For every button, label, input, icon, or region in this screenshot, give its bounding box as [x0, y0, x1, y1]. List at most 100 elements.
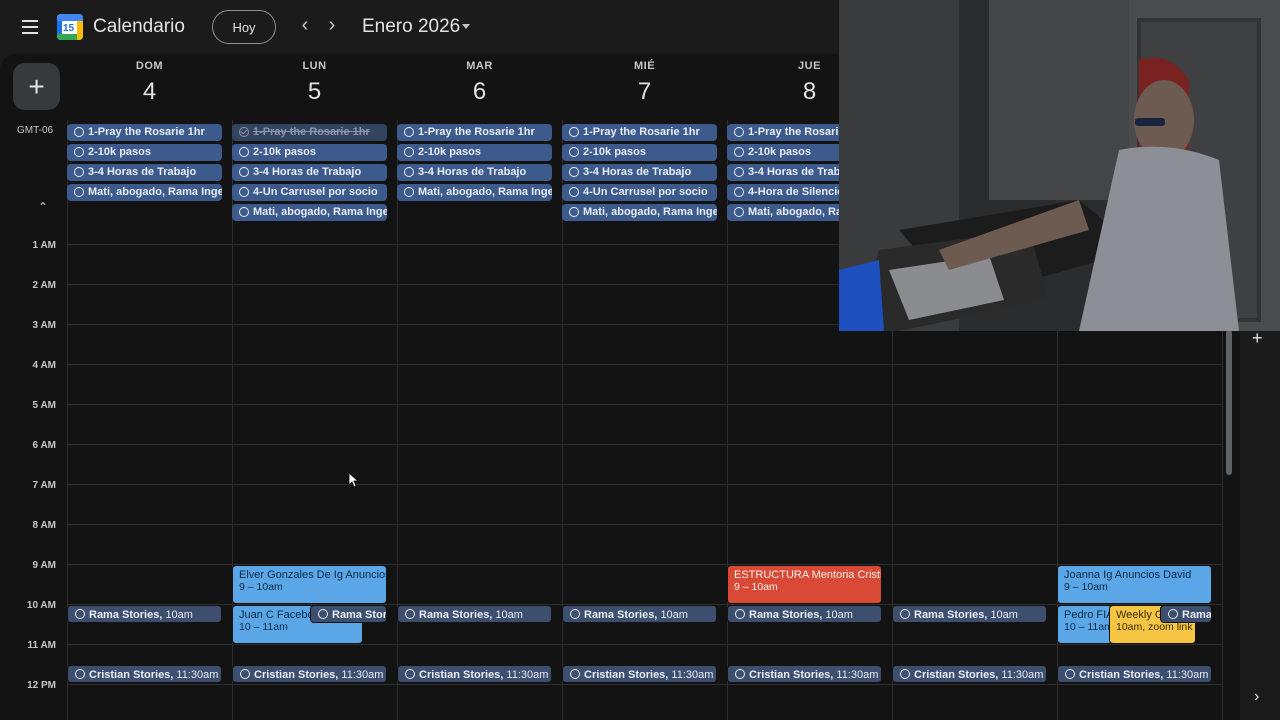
day-number[interactable]: 5 — [232, 78, 397, 106]
main-menu-button[interactable] — [18, 16, 42, 38]
task-circle-icon[interactable] — [734, 187, 744, 197]
task-chip[interactable]: 4-Un Carrusel por socio — [232, 184, 387, 201]
task-circle-icon[interactable] — [75, 609, 85, 619]
cristian-stories-task[interactable]: Cristian Stories, 11:30am — [1057, 665, 1212, 683]
task-circle-icon[interactable] — [74, 127, 84, 137]
event-pedro[interactable]: Pedro FIA 10 – 11am — [1057, 605, 1112, 644]
check-circle-icon[interactable] — [239, 127, 249, 137]
cristian-stories-task[interactable]: Cristian Stories, 11:30am — [397, 665, 552, 683]
task-circle-icon[interactable] — [569, 187, 579, 197]
task-circle-icon[interactable] — [900, 669, 910, 679]
task-circle-icon[interactable] — [404, 167, 414, 177]
task-circle-icon[interactable] — [404, 147, 414, 157]
task-chip[interactable]: 1-Pray the Rosarie 1hr — [67, 124, 222, 141]
day-header-tue[interactable]: MAR 6 — [397, 60, 562, 106]
task-circle-icon[interactable] — [569, 127, 579, 137]
task-circle-icon[interactable] — [239, 147, 249, 157]
event-elver[interactable]: Elver Gonzales De Ig Anuncios 9 – 10am — [232, 565, 387, 604]
task-circle-icon[interactable] — [239, 187, 249, 197]
task-chip[interactable]: Mati, abogado, Rama Inger — [67, 184, 222, 201]
task-circle-icon[interactable] — [74, 187, 84, 197]
task-circle-icon[interactable] — [405, 669, 415, 679]
day-header-mon[interactable]: LUN 5 — [232, 60, 397, 106]
rama-stories-task[interactable]: Rama Stories, 10am — [397, 605, 552, 623]
rama-stories-task[interactable]: Rama Storie — [310, 605, 387, 623]
task-chip[interactable]: 2-10k pasos — [397, 144, 552, 161]
task-circle-icon[interactable] — [239, 167, 249, 177]
day-number[interactable]: 7 — [562, 78, 727, 106]
task-circle-icon[interactable] — [735, 609, 745, 619]
rama-stories-task[interactable]: Rama Stories, 10am — [562, 605, 717, 623]
task-chip[interactable]: Mati, abogado, Rama Inger — [397, 184, 552, 201]
create-button[interactable]: + — [13, 63, 60, 110]
collapse-all-day-icon[interactable]: ⌃ — [38, 200, 48, 214]
task-time: 10am — [660, 609, 688, 621]
task-circle-icon[interactable] — [900, 609, 910, 619]
next-week-button[interactable]: › — [322, 14, 342, 37]
task-chip[interactable]: Mati, abogado, Rama Inger — [232, 204, 387, 221]
cristian-stories-task[interactable]: Cristian Stories, 11:30am — [562, 665, 717, 683]
chevron-down-icon[interactable] — [462, 24, 470, 29]
task-circle-icon[interactable] — [569, 167, 579, 177]
rama-stories-task[interactable]: Rama Stories, 10am — [727, 605, 882, 623]
task-circle-icon[interactable] — [1065, 669, 1075, 679]
event-estructura[interactable]: ESTRUCTURA Mentoria Cristian 9 – 10am — [727, 565, 882, 604]
task-chip[interactable]: 1-Pray the Rosarie 1hr — [397, 124, 552, 141]
task-title: Rama Stories, — [749, 609, 823, 621]
task-circle-icon[interactable] — [570, 669, 580, 679]
event-joanna[interactable]: Joanna Ig Anuncios David 9 – 10am — [1057, 565, 1212, 604]
task-circle-icon[interactable] — [570, 609, 580, 619]
grid-divider — [397, 120, 398, 720]
task-chip[interactable]: 2-10k pasos — [232, 144, 387, 161]
task-title: Cristian Stories, — [1079, 669, 1164, 681]
day-name: MAR — [466, 60, 493, 72]
scrollbar-thumb[interactable] — [1226, 330, 1232, 475]
task-circle-icon[interactable] — [240, 669, 250, 679]
rama-stories-task[interactable]: Rama Stories, 10am — [67, 605, 222, 623]
task-circle-icon[interactable] — [404, 187, 414, 197]
task-chip[interactable]: 3-4 Horas de Trabajo — [232, 164, 387, 181]
previous-week-button[interactable]: ‹ — [295, 14, 315, 37]
day-number[interactable]: 4 — [67, 78, 232, 106]
task-circle-icon[interactable] — [239, 207, 249, 217]
task-chip[interactable]: 3-4 Horas de Trabajo — [397, 164, 552, 181]
task-chip[interactable]: 4-Un Carrusel por socio — [562, 184, 717, 201]
task-circle-icon[interactable] — [734, 127, 744, 137]
task-chip[interactable]: 1-Pray the Rosarie 1hr — [562, 124, 717, 141]
task-circle-icon[interactable] — [569, 147, 579, 157]
task-circle-icon[interactable] — [74, 147, 84, 157]
task-circle-icon[interactable] — [735, 669, 745, 679]
task-chip[interactable]: Mati, abogado, Rama Inger — [562, 204, 717, 221]
task-chip[interactable]: 3-4 Horas de Trabajo — [67, 164, 222, 181]
task-circle-icon[interactable] — [734, 147, 744, 157]
task-circle-icon[interactable] — [734, 207, 744, 217]
grid-divider — [67, 120, 68, 720]
task-chip[interactable]: 2-10k pasos — [562, 144, 717, 161]
task-circle-icon[interactable] — [404, 127, 414, 137]
cristian-stories-task[interactable]: Cristian Stories, 11:30am — [727, 665, 882, 683]
task-circle-icon[interactable] — [75, 669, 85, 679]
task-circle-icon[interactable] — [569, 207, 579, 217]
task-circle-icon[interactable] — [74, 167, 84, 177]
task-chip[interactable]: 2-10k pasos — [67, 144, 222, 161]
task-circle-icon[interactable] — [1168, 609, 1178, 619]
rama-stories-task[interactable]: Rama — [1160, 605, 1212, 623]
month-label[interactable]: Enero 2026 — [362, 16, 460, 38]
task-chip[interactable]: 3-4 Horas de Trabajo — [562, 164, 717, 181]
rama-stories-task[interactable]: Rama Stories, 10am — [892, 605, 1047, 623]
task-circle-icon[interactable] — [405, 609, 415, 619]
task-circle-icon[interactable] — [318, 609, 328, 619]
cristian-stories-task[interactable]: Cristian Stories, 11:30am — [232, 665, 387, 683]
add-side-panel-icon[interactable]: + — [1252, 328, 1263, 349]
cristian-stories-task[interactable]: Cristian Stories, 11:30am — [892, 665, 1047, 683]
chevron-right-icon[interactable]: › — [1254, 688, 1259, 706]
cristian-stories-task[interactable]: Cristian Stories, 11:30am — [67, 665, 222, 683]
day-header-wed[interactable]: MIÉ 7 — [562, 60, 727, 106]
day-name: DOM — [135, 60, 164, 72]
day-number[interactable]: 6 — [397, 78, 562, 106]
today-button[interactable]: Hoy — [212, 10, 276, 44]
task-chip-completed[interactable]: 1-Pray the Rosarie 1hr — [232, 124, 387, 141]
day-header-sun[interactable]: DOM 4 — [67, 60, 232, 106]
hour-label: 7 AM — [32, 480, 56, 491]
task-circle-icon[interactable] — [734, 167, 744, 177]
